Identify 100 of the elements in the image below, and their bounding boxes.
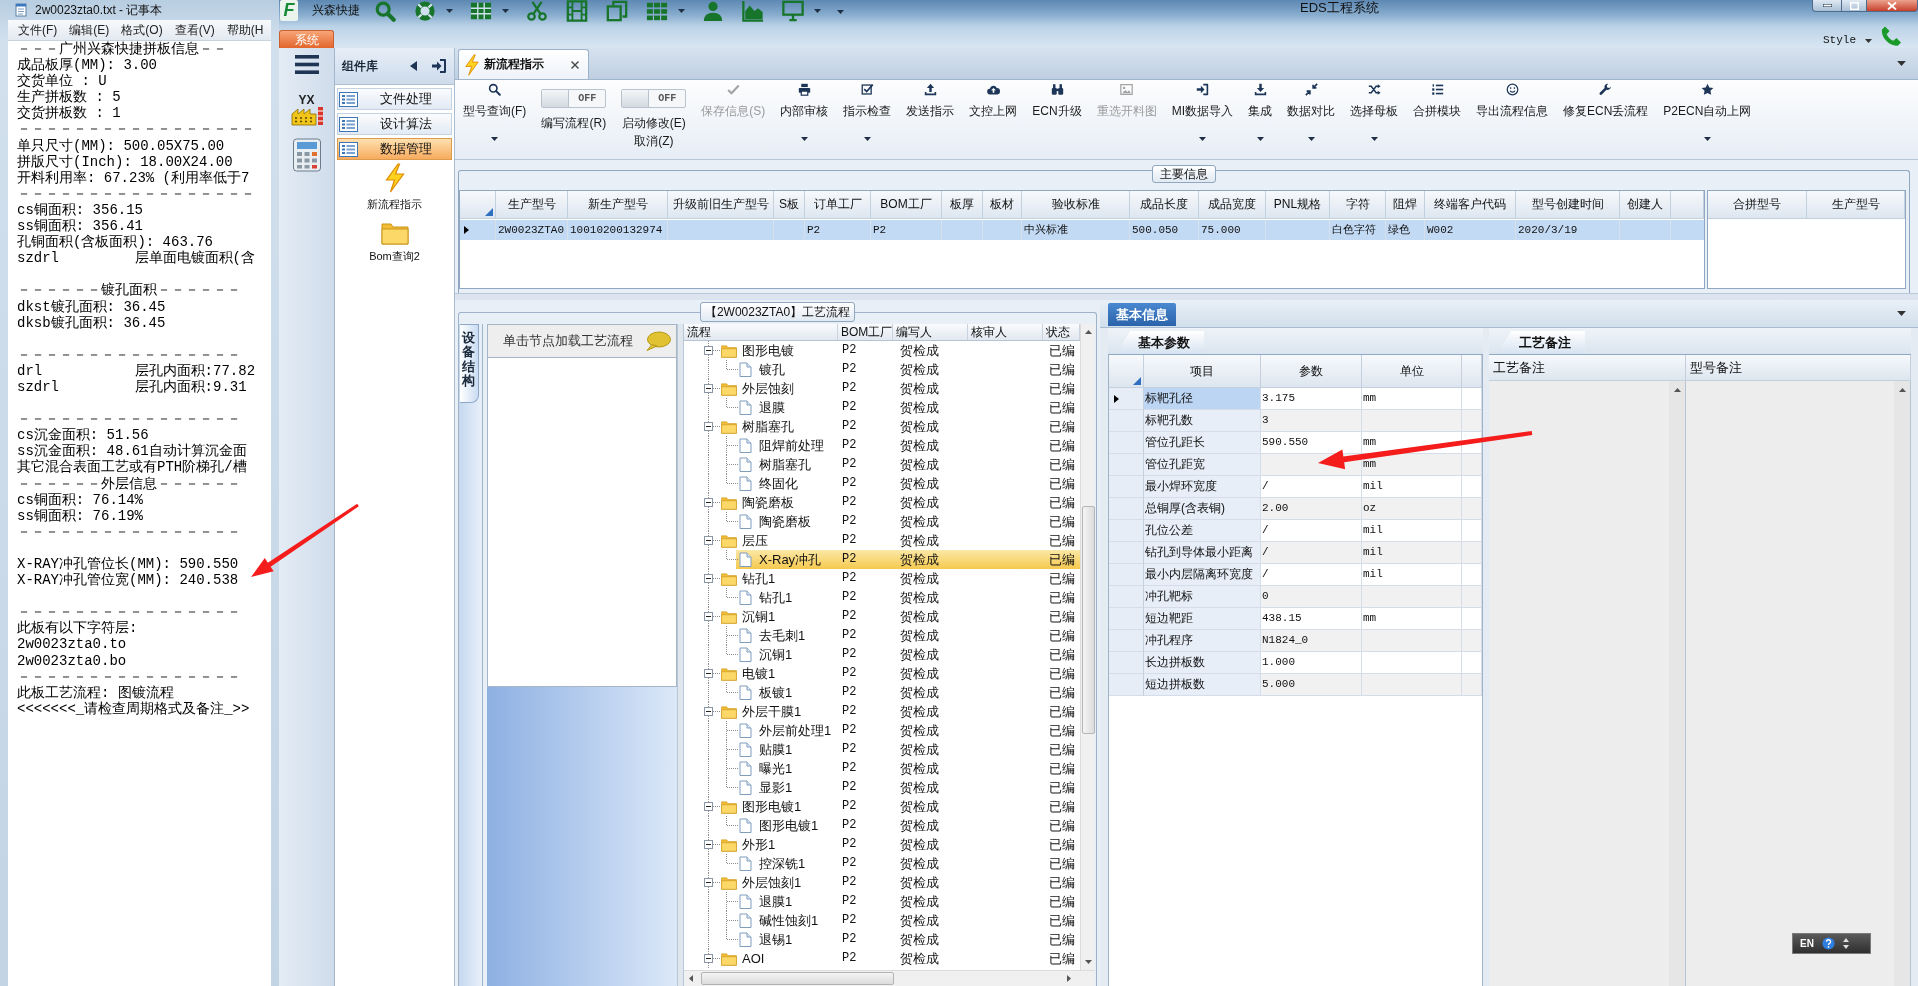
library-item[interactable]: 设计算法: [337, 113, 452, 135]
ribbon-button[interactable]: 集成: [1248, 80, 1272, 141]
caret-icon[interactable]: [446, 9, 453, 13]
tree-row[interactable]: 外层蚀刻 P2 贺检成 已编: [684, 379, 1080, 398]
tree-row[interactable]: AOI P2 贺检成 已编: [684, 949, 1080, 968]
phone-icon[interactable]: [1880, 25, 1902, 47]
app-launcher[interactable]: YX: [287, 94, 326, 126]
close-icon[interactable]: [570, 59, 580, 70]
life-ring-icon[interactable]: [413, 0, 437, 22]
caret-icon[interactable]: [814, 9, 821, 13]
close-button[interactable]: [1867, 0, 1918, 12]
ribbon-button[interactable]: 合拼模块: [1413, 80, 1461, 118]
ribbon-button[interactable]: 发送指示: [906, 80, 955, 118]
monitor-icon[interactable]: [781, 0, 805, 22]
tree-row[interactable]: 去毛刺1 P2 贺检成 已编: [684, 626, 1080, 645]
table-row[interactable]: 最小内层隔离环宽度 / mil: [1109, 564, 1482, 586]
library-item[interactable]: 数据管理: [337, 138, 452, 160]
collapse-icon[interactable]: [704, 707, 713, 716]
tree-row[interactable]: 镀孔 P2 贺检成 已编: [684, 360, 1080, 379]
menu-icon[interactable]: [294, 55, 319, 74]
collapse-icon[interactable]: [704, 536, 713, 545]
tree-row[interactable]: 显影1 P2 贺检成 已编: [684, 778, 1080, 797]
style-menu[interactable]: Style: [1823, 34, 1872, 47]
ribbon-button[interactable]: 型号查询(F): [463, 80, 527, 141]
tree-row[interactable]: 沉铜1 P2 贺检成 已编: [684, 607, 1080, 626]
scrollbar[interactable]: [684, 970, 1095, 986]
ribbon-button[interactable]: 内部审核: [780, 80, 829, 141]
tree-row[interactable]: 树脂塞孔 P2 贺检成 已编: [684, 417, 1080, 436]
table-row[interactable]: 短边拼板数 5.000: [1109, 674, 1482, 696]
dropdown-icon[interactable]: [1897, 311, 1906, 316]
tree-row[interactable]: 外层干膜1 P2 贺检成 已编: [684, 702, 1080, 721]
menu-item[interactable]: 编辑(E): [63, 22, 116, 38]
corner-triangle-icon[interactable]: [485, 208, 493, 216]
collapse-icon[interactable]: [704, 669, 713, 678]
table-row[interactable]: 短边靶距 438.15 mm: [1109, 608, 1482, 630]
up-down-arrows-icon[interactable]: [1842, 938, 1849, 949]
ribbon-button[interactable]: P2ECN自动上网: [1663, 80, 1752, 141]
language-bar[interactable]: EN: [1792, 933, 1871, 954]
table-row[interactable]: 冲孔靶标 0: [1109, 586, 1482, 608]
search-icon[interactable]: [373, 0, 397, 22]
table-row[interactable]: 2W0023ZTA0 10010200132974 P2 P2 中兴标准 500.050 75.000 白色字符 绿色 W002 2020/3/19: [460, 220, 1704, 240]
ribbon-button[interactable]: 导出流程信息: [1476, 80, 1548, 118]
tree-row[interactable]: 贴膜1 P2 贺检成 已编: [684, 740, 1080, 759]
calculator-icon[interactable]: [291, 138, 322, 172]
ribbon-button[interactable]: 修复ECN丢流程: [1563, 80, 1649, 118]
left-arrow-icon[interactable]: [410, 61, 417, 71]
grid-icon[interactable]: [645, 0, 669, 22]
ribbon-button[interactable]: 文控上网: [969, 80, 1018, 118]
collapse-icon[interactable]: [704, 954, 713, 963]
scroll-up-icon[interactable]: [1673, 388, 1681, 392]
scroll-right-icon[interactable]: [1067, 975, 1071, 982]
person-icon[interactable]: [701, 0, 725, 22]
tree-row[interactable]: 阻焊前处理 P2 贺检成 已编: [684, 436, 1080, 455]
tree-row[interactable]: 控深铣1 P2 贺检成 已编: [684, 854, 1080, 873]
table-row[interactable]: 孔位公差 / mil: [1109, 520, 1482, 542]
ribbon-button[interactable]: ECN升级: [1032, 80, 1082, 118]
ribbon-button[interactable]: 指示检查: [843, 80, 892, 141]
tree-row[interactable]: 钻孔1 P2 贺检成 已编: [684, 569, 1080, 588]
table-row[interactable]: 长边拼板数 1.000: [1109, 652, 1482, 674]
collapse-icon[interactable]: [704, 498, 713, 507]
scrollbar[interactable]: [1669, 381, 1685, 986]
sign-in-icon[interactable]: [431, 58, 447, 74]
menu-item[interactable]: 帮助(H: [220, 22, 270, 38]
tree-row[interactable]: 陶瓷磨板 P2 贺检成 已编: [684, 512, 1080, 531]
table-row[interactable]: 标靶孔数 3: [1109, 410, 1482, 432]
scrollbar-thumb[interactable]: [701, 972, 894, 985]
memo-field[interactable]: [1489, 381, 1686, 986]
tree-row[interactable]: 图形电镀 P2 贺检成 已编: [684, 341, 1080, 360]
tree-row[interactable]: 图形电镀1 P2 贺检成 已编: [684, 816, 1080, 835]
collapse-icon[interactable]: [704, 840, 713, 849]
memo-field[interactable]: [1686, 381, 1911, 986]
collapse-icon[interactable]: [704, 612, 713, 621]
tree-row[interactable]: 外形1 P2 贺检成 已编: [684, 835, 1080, 854]
menu-item[interactable]: 查看(V): [168, 22, 221, 38]
collapse-icon[interactable]: [704, 384, 713, 393]
scissors-icon[interactable]: [525, 0, 549, 22]
help-icon[interactable]: [1821, 937, 1835, 950]
tree-row[interactable]: 外层前处理1 P2 贺检成 已编: [684, 721, 1080, 740]
scroll-left-icon[interactable]: [689, 975, 693, 982]
menu-item[interactable]: 文件(F): [12, 22, 64, 38]
tree-row[interactable]: 陶瓷磨板 P2 贺检成 已编: [684, 493, 1080, 512]
table-icon[interactable]: [469, 0, 493, 22]
scroll-up-icon[interactable]: [1898, 388, 1906, 392]
collapse-icon[interactable]: [704, 346, 713, 355]
scroll-down-icon[interactable]: [1084, 960, 1092, 964]
tree-row[interactable]: 外层蚀刻1 P2 贺检成 已编: [684, 873, 1080, 892]
tree-row[interactable]: 沉铜1 P2 贺检成 已编: [684, 645, 1080, 664]
area-chart-icon[interactable]: [741, 0, 765, 22]
tree-row[interactable]: 碱性蚀刻1 P2 贺检成 已编: [684, 911, 1080, 930]
tree-row[interactable]: 钻孔1 P2 贺检成 已编: [684, 588, 1080, 607]
ribbon-button[interactable]: 选择母板: [1350, 80, 1398, 141]
minimize-button[interactable]: [1812, 0, 1842, 12]
scrollbar[interactable]: [1894, 381, 1910, 986]
corner-triangle-icon[interactable]: [1133, 377, 1141, 385]
document-tab[interactable]: 新流程指示: [458, 49, 589, 79]
table-row[interactable]: 标靶孔径 3.175 mm: [1109, 388, 1482, 410]
tree-row[interactable]: 电镀1 P2 贺检成 已编: [684, 664, 1080, 683]
table-row[interactable]: 冲孔程序 N1824_0: [1109, 630, 1482, 652]
copy-icon[interactable]: [605, 0, 629, 22]
launcher-item[interactable]: Bom查询2: [335, 221, 454, 263]
